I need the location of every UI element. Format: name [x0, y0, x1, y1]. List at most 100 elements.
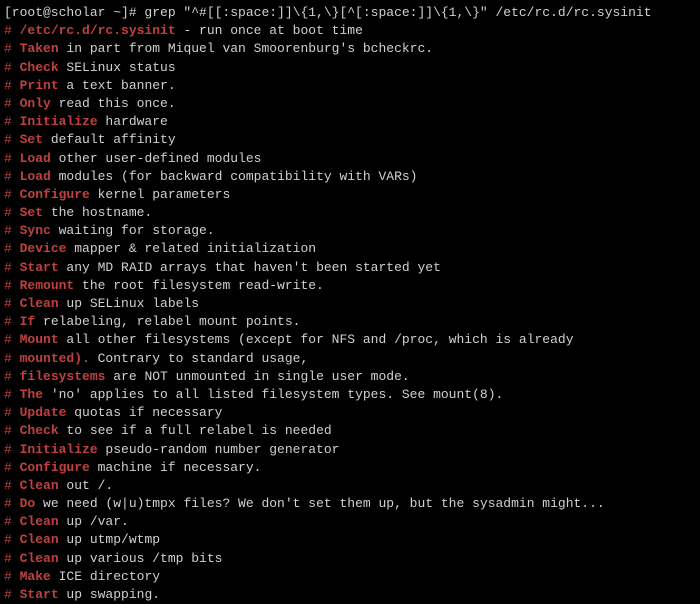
output-line: # Update quotas if necessary [4, 404, 696, 422]
output-line: # Initialize pseudo-random number genera… [4, 441, 696, 459]
hash-symbol: # [4, 260, 20, 275]
shell-prompt-line: [root@scholar ~]# grep "^#[[:space:]]\{1… [4, 4, 696, 22]
output-line: # Remount the root filesystem read-write… [4, 277, 696, 295]
hash-symbol: # [4, 60, 20, 75]
output-line: # Clean out /. [4, 477, 696, 495]
hash-symbol: # [4, 532, 20, 547]
hash-symbol: # [4, 332, 20, 347]
hash-symbol: # [4, 369, 20, 384]
hash-symbol: # [4, 405, 20, 420]
output-line: # Clean up SELinux labels [4, 295, 696, 313]
hash-symbol: # [4, 205, 20, 220]
comment-rest: default affinity [43, 132, 176, 147]
comment-rest: waiting for storage. [51, 223, 215, 238]
comment-keyword: If [20, 314, 36, 329]
comment-keyword: Clean [20, 532, 59, 547]
hash-symbol: # [4, 569, 20, 584]
comment-rest: up /var. [59, 514, 129, 529]
hash-symbol: # [4, 187, 20, 202]
comment-keyword: Clean [20, 296, 59, 311]
hash-symbol: # [4, 96, 20, 111]
comment-keyword: Clean [20, 551, 59, 566]
hash-symbol: # [4, 423, 20, 438]
comment-rest: all other filesystems (except for NFS an… [59, 332, 574, 347]
output-line: # Start up swapping. [4, 586, 696, 604]
comment-rest: - run once at boot time [176, 23, 363, 38]
hash-symbol: # [4, 223, 20, 238]
comment-rest: read this once. [51, 96, 176, 111]
comment-keyword: Sync [20, 223, 51, 238]
comment-rest: pseudo-random number generator [98, 442, 340, 457]
comment-rest: Contrary to standard usage, [90, 351, 308, 366]
comment-rest: are NOT unmounted in single user mode. [105, 369, 409, 384]
comment-keyword: Taken [20, 41, 59, 56]
output-line: # Set the hostname. [4, 204, 696, 222]
output-line: # filesystems are NOT unmounted in singl… [4, 368, 696, 386]
comment-rest: machine if necessary. [90, 460, 262, 475]
output-line: # Print a text banner. [4, 77, 696, 95]
comment-keyword: Only [20, 96, 51, 111]
comment-keyword: Check [20, 423, 59, 438]
output-line: # Check SELinux status [4, 59, 696, 77]
hash-symbol: # [4, 41, 20, 56]
output-line: # Configure kernel parameters [4, 186, 696, 204]
hash-symbol: # [4, 296, 20, 311]
output-line: # Mount all other filesystems (except fo… [4, 331, 696, 349]
hash-symbol: # [4, 314, 20, 329]
comment-keyword: Configure [20, 187, 90, 202]
comment-rest: in part from Miquel van Smoorenburg's bc… [59, 41, 433, 56]
comment-keyword: Update [20, 405, 67, 420]
hash-symbol: # [4, 387, 20, 402]
hash-symbol: # [4, 278, 20, 293]
comment-rest: up various /tmp bits [59, 551, 223, 566]
hash-symbol: # [4, 23, 20, 38]
comment-rest: any MD RAID arrays that haven't been sta… [59, 260, 441, 275]
output-line: # /etc/rc.d/rc.sysinit - run once at boo… [4, 22, 696, 40]
comment-rest: we need (w|u)tmpx files? We don't set th… [35, 496, 605, 511]
output-line: # If relabeling, relabel mount points. [4, 313, 696, 331]
comment-keyword: Remount [20, 278, 75, 293]
comment-keyword: Device [20, 241, 67, 256]
comment-keyword: Start [20, 260, 59, 275]
hash-symbol: # [4, 241, 20, 256]
comment-keyword: Check [20, 60, 59, 75]
output-line: # Sync waiting for storage. [4, 222, 696, 240]
comment-rest: kernel parameters [90, 187, 230, 202]
comment-keyword: Initialize [20, 114, 98, 129]
comment-keyword: Clean [20, 514, 59, 529]
comment-rest: out /. [59, 478, 114, 493]
hash-symbol: # [4, 478, 20, 493]
comment-keyword: Print [20, 78, 59, 93]
hash-symbol: # [4, 169, 20, 184]
comment-keyword: Load [20, 151, 51, 166]
comment-keyword: Mount [20, 332, 59, 347]
output-line: # Load modules (for backward compatibili… [4, 168, 696, 186]
hash-symbol: # [4, 114, 20, 129]
hash-symbol: # [4, 351, 20, 366]
comment-rest: relabeling, relabel mount points. [35, 314, 300, 329]
grep-output: # /etc/rc.d/rc.sysinit - run once at boo… [4, 22, 696, 604]
comment-rest: up utmp/wtmp [59, 532, 160, 547]
comment-keyword: Make [20, 569, 51, 584]
comment-rest: 'no' applies to all listed filesystem ty… [43, 387, 503, 402]
comment-keyword: mounted). [20, 351, 90, 366]
output-line: # Load other user-defined modules [4, 150, 696, 168]
comment-rest: mapper & related initialization [66, 241, 316, 256]
comment-keyword: filesystems [20, 369, 106, 384]
hash-symbol: # [4, 587, 20, 602]
comment-rest: the hostname. [43, 205, 152, 220]
output-line: # Initialize hardware [4, 113, 696, 131]
output-line: # Configure machine if necessary. [4, 459, 696, 477]
output-line: # Clean up various /tmp bits [4, 550, 696, 568]
hash-symbol: # [4, 460, 20, 475]
comment-keyword: Do [20, 496, 36, 511]
hash-symbol: # [4, 132, 20, 147]
hash-symbol: # [4, 151, 20, 166]
comment-rest: the root filesystem read-write. [74, 278, 324, 293]
comment-rest: to see if a full relabel is needed [59, 423, 332, 438]
output-line: # Device mapper & related initialization [4, 240, 696, 258]
hash-symbol: # [4, 496, 20, 511]
hash-symbol: # [4, 442, 20, 457]
output-line: # Set default affinity [4, 131, 696, 149]
comment-keyword: Set [20, 132, 43, 147]
